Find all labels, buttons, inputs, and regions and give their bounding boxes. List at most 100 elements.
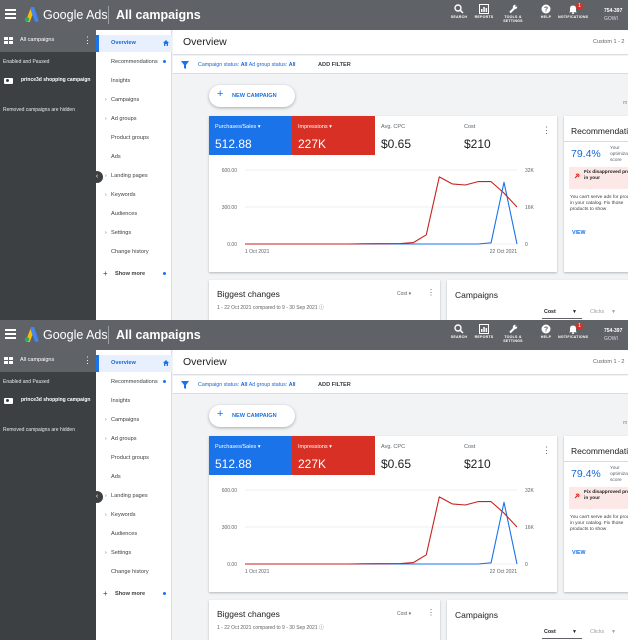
filter-icon[interactable] <box>181 61 189 69</box>
view-button[interactable]: VIEW <box>572 230 586 236</box>
nav-item-audiences[interactable]: Audiences <box>96 526 172 543</box>
help-button[interactable]: ? HELP <box>531 324 561 339</box>
metric-tile-impressions[interactable]: Impressions ▾ 227K <box>292 436 375 475</box>
add-filter-button[interactable]: ADD FILTER <box>318 62 351 68</box>
hamburger-menu-icon[interactable] <box>5 9 16 19</box>
grid-icon <box>4 37 13 44</box>
hamburger-menu-icon[interactable] <box>5 329 16 339</box>
tools-settings-button[interactable]: TOOLS & SETTINGS <box>498 324 528 343</box>
home-icon <box>163 40 169 46</box>
nav-item-change-history[interactable]: Change history <box>96 564 172 581</box>
nav-item-label: Change history <box>111 249 149 255</box>
enabled-paused-heading: Enabled and Paused <box>3 59 50 65</box>
nav-item-ads[interactable]: Ads <box>96 149 172 166</box>
metric-value: $210 <box>464 457 491 471</box>
metric-label: Impressions ▾ <box>298 444 332 450</box>
nav-item-change-history[interactable]: Change history <box>96 244 172 261</box>
fix-products-banner[interactable]: Fix disapproved products in your <box>569 167 628 189</box>
add-filter-button[interactable]: ADD FILTER <box>318 382 351 388</box>
metric-tile-impressions[interactable]: Impressions ▾ 227K <box>292 116 375 155</box>
page-scope-title[interactable]: All campaigns <box>116 8 201 22</box>
nav-item-landing-pages[interactable]: › Landing pages <box>96 488 172 505</box>
nav-item-campaigns[interactable]: › Campaigns <box>96 92 172 109</box>
nav-item-ad-groups[interactable]: › Ad groups <box>96 431 172 448</box>
nav-item-ad-groups[interactable]: › Ad groups <box>96 111 172 128</box>
nav-item-insights[interactable]: Insights <box>96 393 172 410</box>
collapse-sidebar-button[interactable]: ‹ <box>91 171 103 183</box>
brand-name: Google Ads <box>43 8 108 22</box>
nav-item-insights[interactable]: Insights <box>96 73 172 90</box>
page-scope-title[interactable]: All campaigns <box>116 328 201 342</box>
account-switcher[interactable]: 754-397 GOWI <box>604 7 622 23</box>
shopping-campaign-icon <box>4 398 13 404</box>
secondary-metric-dropdown[interactable]: Clicks <box>590 629 604 635</box>
metric-tile-avg-cpc[interactable]: Avg. CPC $0.65 <box>375 116 458 155</box>
all-campaigns-row[interactable]: All campaigns ⋮ <box>0 350 96 372</box>
more-vert-icon[interactable]: ⋮ <box>427 289 435 297</box>
metric-tile-cost[interactable]: Cost $210 <box>458 116 541 155</box>
score-description: Your optimization score <box>610 146 628 163</box>
nav-item-landing-pages[interactable]: › Landing pages <box>96 168 172 185</box>
nav-item-settings[interactable]: › Settings <box>96 225 172 242</box>
nav-item-ads[interactable]: Ads <box>96 469 172 486</box>
show-more-button[interactable]: + Show more <box>96 586 172 603</box>
nav-item-keywords[interactable]: › Keywords <box>96 187 172 204</box>
ad-group-status-label: Ad group status: <box>248 382 288 388</box>
sort-dropdown[interactable]: Cost <box>544 309 556 315</box>
nav-item-recommendations[interactable]: Recommendations <box>96 54 172 71</box>
nav-item-audiences[interactable]: Audiences <box>96 206 172 223</box>
sort-dropdown[interactable]: Cost <box>544 629 556 635</box>
tools-settings-button[interactable]: TOOLS & SETTINGS <box>498 4 528 23</box>
notifications-button[interactable]: 1 NOTIFICATIONS <box>558 323 588 339</box>
reports-button[interactable]: REPORTS <box>469 4 499 19</box>
status-filter-chip[interactable]: Campaign status: All Ad group status: Al… <box>198 382 296 388</box>
account-switcher[interactable]: 754-397 GOWI <box>604 327 622 343</box>
divider <box>564 461 628 462</box>
nav-item-product-groups[interactable]: Product groups <box>96 450 172 467</box>
new-campaign-button[interactable]: + NEW CAMPAIGN <box>209 85 295 107</box>
fix-products-banner[interactable]: Fix disapproved products in your <box>569 487 628 509</box>
view-button[interactable]: VIEW <box>572 550 586 556</box>
nav-item-keywords[interactable]: › Keywords <box>96 507 172 524</box>
date-range-selector[interactable]: Custom 1 - 2 <box>593 39 624 45</box>
nav-item-overview[interactable]: Overview <box>96 355 172 372</box>
nav-item-product-groups[interactable]: Product groups <box>96 130 172 147</box>
notifications-button[interactable]: 1 NOTIFICATIONS <box>558 3 588 19</box>
nav-item-overview[interactable]: Overview <box>96 35 172 52</box>
nav-item-campaigns[interactable]: › Campaigns <box>96 412 172 429</box>
metric-tile-purchases[interactable]: Purchases/Sales ▾ 512.88 <box>209 116 292 155</box>
more-vert-icon[interactable]: ⋮ <box>83 356 92 365</box>
more-vert-icon[interactable]: ⋮ <box>542 446 551 455</box>
metric-tile-purchases[interactable]: Purchases/Sales ▾ 512.88 <box>209 436 292 475</box>
more-vert-icon[interactable]: ⋮ <box>83 36 92 45</box>
campaigns-card: Campaigns Cost ▼ Clicks ▼ <box>447 280 628 320</box>
metric-tile-cost[interactable]: Cost $210 <box>458 436 541 475</box>
nav-item-settings[interactable]: › Settings <box>96 545 172 562</box>
all-campaigns-row[interactable]: All campaigns ⋮ <box>0 30 96 52</box>
new-dot-icon <box>163 60 166 63</box>
more-vert-icon[interactable]: ⋮ <box>542 126 551 135</box>
reports-button[interactable]: REPORTS <box>469 324 499 339</box>
campaign-status-value: All <box>240 62 248 68</box>
page-title: Overview <box>183 36 227 48</box>
collapse-sidebar-button[interactable]: ‹ <box>91 491 103 503</box>
more-vert-icon[interactable]: ⋮ <box>427 609 435 617</box>
campaign-tree-item[interactable]: prince3d shopping campaign <box>4 397 94 413</box>
status-filter-chip[interactable]: Campaign status: All Ad group status: Al… <box>198 62 296 68</box>
account-id: 754-397 <box>604 8 623 14</box>
metric-dropdown[interactable]: Cost ▾ <box>397 291 411 297</box>
metric-tile-avg-cpc[interactable]: Avg. CPC $0.65 <box>375 436 458 475</box>
page-nav: Overview Recommendations Insights › Campa… <box>96 30 172 320</box>
home-icon <box>163 360 169 366</box>
new-campaign-button[interactable]: + NEW CAMPAIGN <box>209 405 295 427</box>
nav-item-label: Settings <box>111 230 132 236</box>
show-more-button[interactable]: + Show more <box>96 266 172 283</box>
campaign-status-label: Campaign status: <box>198 62 240 68</box>
secondary-metric-dropdown[interactable]: Clicks <box>590 309 604 315</box>
metric-dropdown[interactable]: Cost ▾ <box>397 611 411 617</box>
filter-icon[interactable] <box>181 381 189 389</box>
nav-item-recommendations[interactable]: Recommendations <box>96 374 172 391</box>
date-range-selector[interactable]: Custom 1 - 2 <box>593 359 624 365</box>
campaign-tree-item[interactable]: prince3d shopping campaign <box>4 77 94 93</box>
help-button[interactable]: ? HELP <box>531 4 561 19</box>
